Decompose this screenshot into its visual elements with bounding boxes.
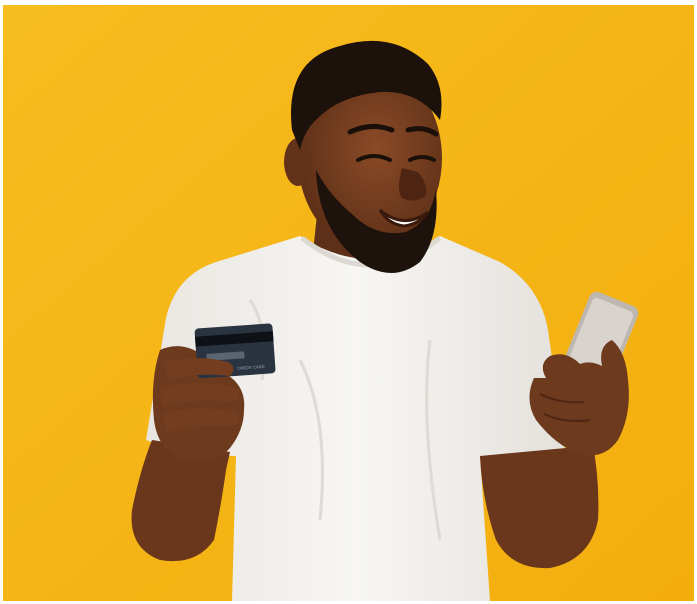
- left-fingers: [160, 358, 240, 432]
- photo-frame: CREDIT CARD: [0, 0, 697, 604]
- photo-scene: CREDIT CARD: [3, 5, 694, 601]
- ear: [284, 138, 312, 186]
